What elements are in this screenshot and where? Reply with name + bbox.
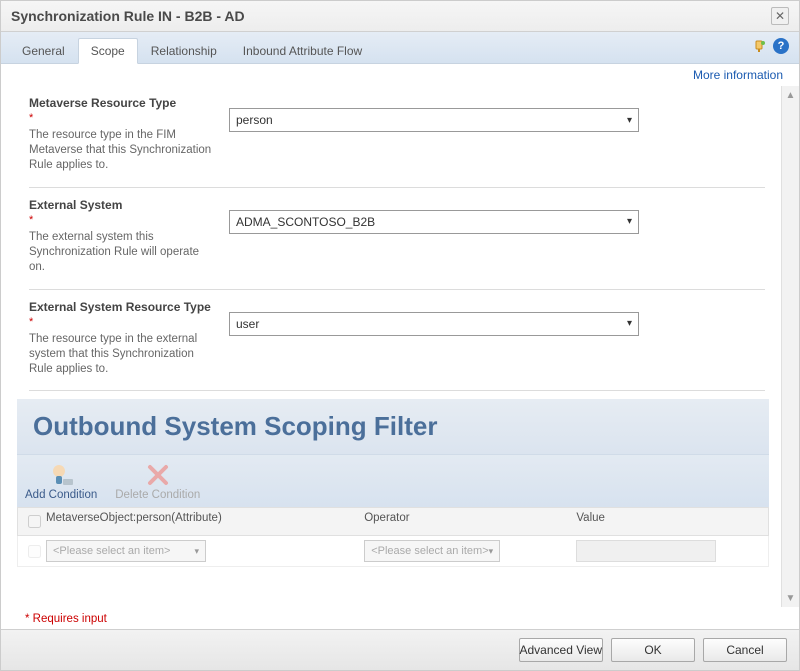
header-checkbox xyxy=(28,515,41,528)
add-condition-label: Add Condition xyxy=(25,489,97,501)
scroll-up-icon[interactable]: ▲ xyxy=(782,86,799,104)
table-empty-space xyxy=(29,567,765,607)
external-system-value: ADMA_SCONTOSO_B2B xyxy=(236,215,375,229)
tab-general[interactable]: General xyxy=(9,38,78,63)
operator-placeholder: <Please select an item> xyxy=(371,545,488,557)
field-external-system: External System * The external system th… xyxy=(29,188,765,290)
external-resource-type-label: External System Resource Type xyxy=(29,300,217,314)
mv-resource-type-value: person xyxy=(236,113,273,127)
pin-icon[interactable] xyxy=(751,38,767,54)
mv-resource-type-desc: The resource type in the FIM Metaverse t… xyxy=(29,128,217,173)
value-input[interactable] xyxy=(576,540,716,562)
ok-button[interactable]: OK xyxy=(611,638,695,662)
chevron-down-icon: ▾ xyxy=(194,546,199,557)
col-operator-header: Operator xyxy=(364,512,576,531)
external-resource-type-desc: The resource type in the external system… xyxy=(29,332,217,377)
scoping-filter-title: Outbound System Scoping Filter xyxy=(33,411,753,442)
external-resource-type-value: user xyxy=(236,317,259,331)
tab-inbound-attribute-flow[interactable]: Inbound Attribute Flow xyxy=(230,38,375,63)
tab-relationship[interactable]: Relationship xyxy=(138,38,230,63)
dialog-window: Synchronization Rule IN - B2B - AD ✕ Gen… xyxy=(0,0,800,671)
condition-row: <Please select an item> ▾ <Please select… xyxy=(17,536,769,567)
chevron-down-icon: ▾ xyxy=(489,546,494,557)
condition-table-header: MetaverseObject:person(Attribute) Operat… xyxy=(17,507,769,536)
condition-table: MetaverseObject:person(Attribute) Operat… xyxy=(17,507,769,567)
col-attribute-header: MetaverseObject:person(Attribute) xyxy=(46,512,364,531)
scroll-down-icon[interactable]: ▼ xyxy=(782,589,799,607)
required-mark: * xyxy=(29,112,217,124)
condition-toolbar: Add Condition Delete Condition xyxy=(17,454,769,507)
delete-condition-label: Delete Condition xyxy=(115,489,200,501)
tab-bar: General Scope Relationship Inbound Attri… xyxy=(1,32,799,64)
attribute-select[interactable]: <Please select an item> ▾ xyxy=(46,540,206,562)
scoping-filter-header: Outbound System Scoping Filter xyxy=(17,399,769,454)
delete-condition-button: Delete Condition xyxy=(115,461,200,501)
required-mark: * xyxy=(29,316,217,328)
more-info-bar: More information xyxy=(1,64,799,86)
operator-select[interactable]: <Please select an item> ▾ xyxy=(364,540,500,562)
add-condition-icon xyxy=(47,461,75,489)
add-condition-button[interactable]: Add Condition xyxy=(25,461,97,501)
row-checkbox[interactable] xyxy=(28,545,41,558)
required-mark: * xyxy=(29,214,217,226)
field-external-resource-type: External System Resource Type * The reso… xyxy=(29,290,765,392)
close-icon: ✕ xyxy=(775,10,785,22)
chevron-down-icon: ▾ xyxy=(627,216,632,227)
dialog-footer: Advanced View OK Cancel xyxy=(1,629,799,670)
close-button[interactable]: ✕ xyxy=(771,7,789,25)
attribute-placeholder: <Please select an item> xyxy=(53,545,170,557)
external-resource-type-select[interactable]: user ▾ xyxy=(229,312,639,336)
chevron-down-icon: ▾ xyxy=(627,115,632,126)
vertical-scrollbar[interactable]: ▲ ▼ xyxy=(781,86,799,607)
window-title: Synchronization Rule IN - B2B - AD xyxy=(11,8,245,24)
advanced-view-button[interactable]: Advanced View xyxy=(519,638,604,662)
mv-resource-type-label: Metaverse Resource Type xyxy=(29,96,217,110)
help-icon[interactable]: ? xyxy=(773,38,789,54)
content-area: Metaverse Resource Type * The resource t… xyxy=(1,86,799,607)
requires-input-note: * Requires input xyxy=(1,607,799,629)
delete-condition-icon xyxy=(144,461,172,489)
chevron-down-icon: ▾ xyxy=(627,318,632,329)
tab-scope[interactable]: Scope xyxy=(78,38,138,64)
titlebar: Synchronization Rule IN - B2B - AD ✕ xyxy=(1,1,799,32)
mv-resource-type-select[interactable]: person ▾ xyxy=(229,108,639,132)
col-value-header: Value xyxy=(576,512,762,531)
external-system-label: External System xyxy=(29,198,217,212)
field-metaverse-resource-type: Metaverse Resource Type * The resource t… xyxy=(29,86,765,188)
external-system-select[interactable]: ADMA_SCONTOSO_B2B ▾ xyxy=(229,210,639,234)
more-information-link[interactable]: More information xyxy=(693,68,783,82)
external-system-desc: The external system this Synchronization… xyxy=(29,230,217,275)
content-scroll[interactable]: Metaverse Resource Type * The resource t… xyxy=(1,86,781,607)
cancel-button[interactable]: Cancel xyxy=(703,638,787,662)
